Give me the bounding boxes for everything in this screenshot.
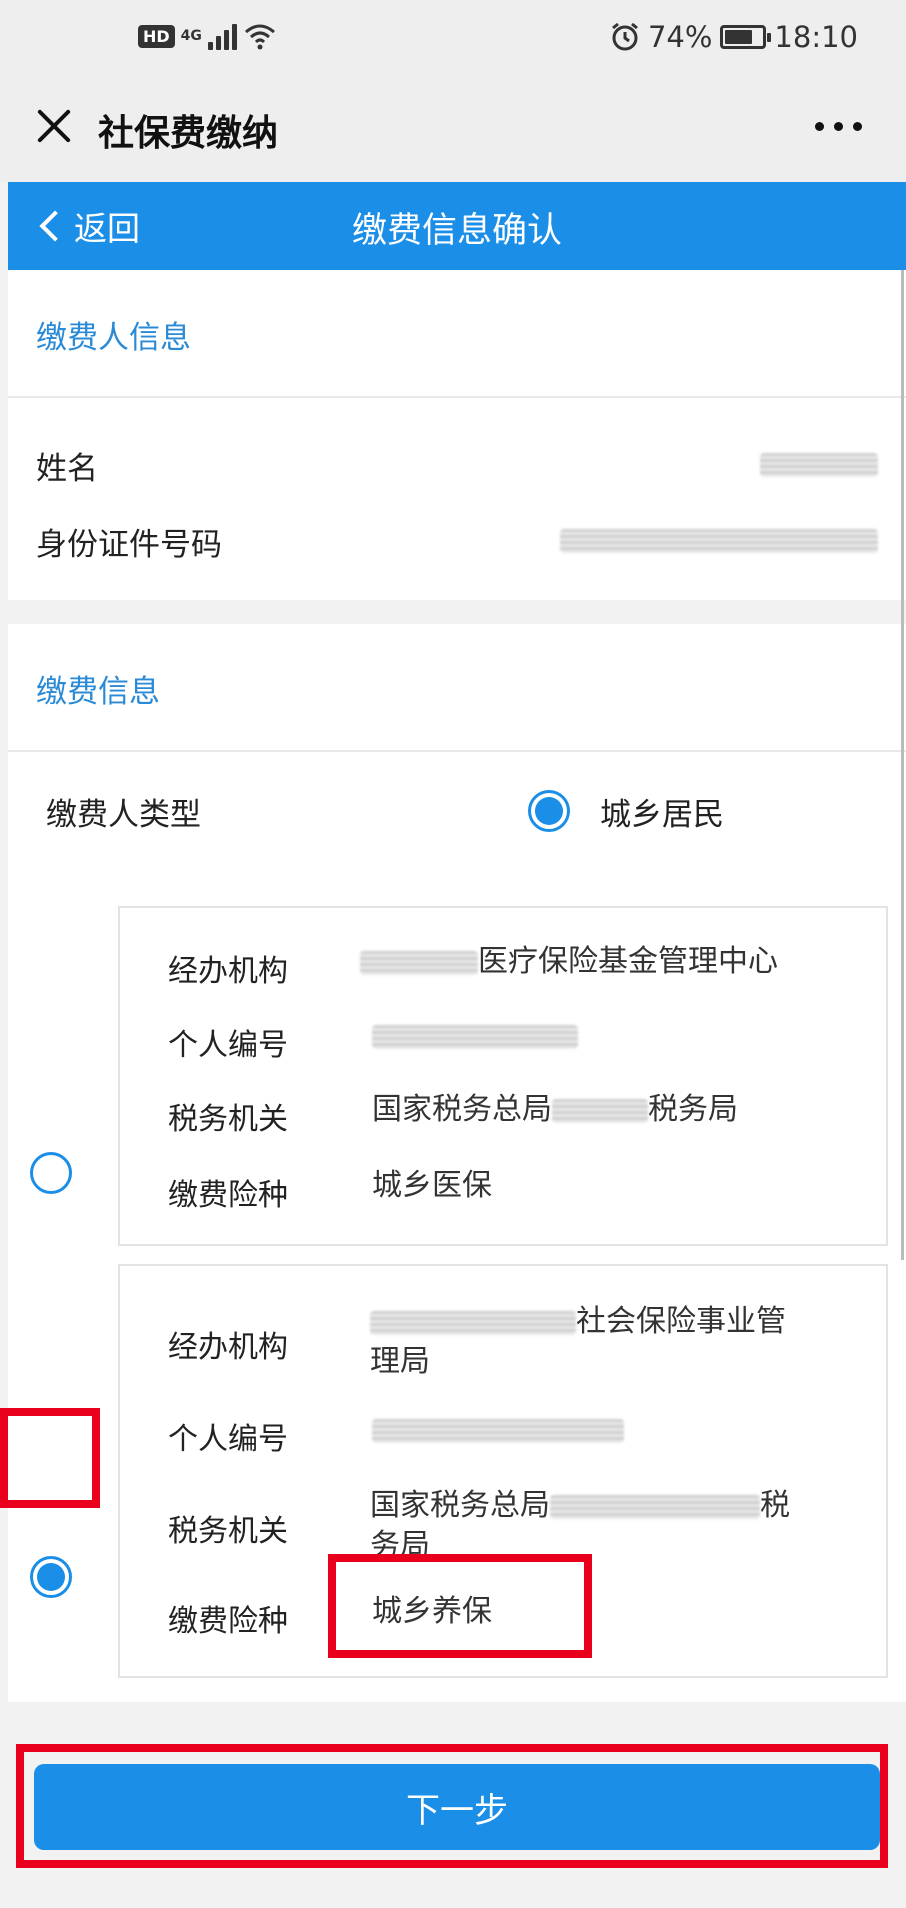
insurance-type-value: 城乡医保 — [372, 1168, 492, 1203]
insurance-type-value: 城乡养保 — [372, 1594, 492, 1629]
network-type: 4G — [180, 28, 202, 44]
id-label: 身份证件号码 — [36, 526, 222, 563]
personal-no-redacted — [372, 1016, 578, 1056]
record-list: 经办机构 医疗保险基金管理中心 个人编号 税务机关 国家税务总局 税务局 缴费险种… — [8, 870, 906, 1714]
wifi-icon — [244, 24, 275, 50]
payer-type-label: 缴费人类型 — [46, 796, 201, 833]
scrollbar[interactable] — [901, 270, 904, 1260]
id-row: 身份证件号码 — [8, 510, 906, 572]
close-icon[interactable] — [34, 106, 74, 146]
insurance-type-label: 缴费险种 — [168, 1604, 288, 1639]
record-card-2[interactable]: 经办机构 社会保险事业管 理局 个人编号 税务机关 国家税务总局税务局 缴费险种 … — [118, 1264, 888, 1678]
payer-type-value: 城乡居民 — [600, 796, 724, 833]
next-step-button[interactable]: 下一步 — [34, 1764, 880, 1850]
name-row: 姓名 — [8, 434, 906, 496]
status-right: 74% 18:10 — [610, 20, 858, 54]
insurance-type-label: 缴费险种 — [168, 1178, 288, 1213]
tax-office-value: 国家税务总局税务局 — [370, 1488, 790, 1563]
hd-icon: HD — [138, 24, 175, 48]
id-value-redacted — [560, 529, 878, 553]
content: 缴费人信息 姓名 身份证件号码 缴费信息 缴费人类型 城乡居民 经办机构 医疗保… — [8, 270, 906, 1714]
payer-type-option[interactable]: 城乡居民 — [528, 789, 724, 834]
record-card-1[interactable]: 经办机构 医疗保险基金管理中心 个人编号 税务机关 国家税务总局 税务局 缴费险种… — [118, 906, 888, 1246]
record-1-radio[interactable] — [30, 1152, 72, 1194]
app-title: 社保费缴纳 — [98, 113, 279, 154]
agency-label: 经办机构 — [168, 1330, 288, 1365]
status-bar: HD 4G 74% 18:10 — [0, 0, 906, 82]
signal-icon — [207, 22, 237, 50]
agency-label: 经办机构 — [168, 954, 288, 989]
page-title: 缴费信息确认 — [351, 211, 562, 251]
agency-value: 社会保险事业管 理局 — [370, 1304, 786, 1379]
app-title-bar: 社保费缴纳 — [0, 82, 906, 182]
nav-header: 返回 缴费信息确认 — [8, 182, 906, 270]
name-label: 姓名 — [36, 450, 98, 487]
radio-selected-icon[interactable] — [528, 790, 570, 832]
footer: 下一步 — [8, 1702, 906, 1908]
tax-office-label: 税务机关 — [168, 1514, 288, 1549]
alarm-icon — [612, 22, 638, 51]
payer-type-row: 缴费人类型 城乡居民 — [8, 752, 906, 870]
record-2-radio[interactable] — [30, 1556, 72, 1598]
name-value-redacted — [760, 453, 878, 477]
status-left: HD 4G — [138, 22, 277, 50]
clock: 18:10 — [774, 20, 858, 54]
tax-office-value: 国家税务总局税务局 — [372, 1092, 738, 1127]
battery-percent: 74% — [647, 20, 713, 54]
section-gap — [8, 600, 906, 624]
personal-no-redacted — [372, 1410, 624, 1450]
payment-info-heading: 缴费信息 — [8, 624, 906, 752]
personal-no-label: 个人编号 — [168, 1028, 288, 1063]
payer-info-heading: 缴费人信息 — [8, 270, 906, 398]
more-options-icon[interactable] — [815, 122, 862, 131]
battery-icon — [720, 25, 772, 49]
agency-value: 医疗保险基金管理中心 — [360, 942, 778, 982]
tax-office-label: 税务机关 — [168, 1102, 288, 1137]
personal-no-label: 个人编号 — [168, 1422, 288, 1457]
